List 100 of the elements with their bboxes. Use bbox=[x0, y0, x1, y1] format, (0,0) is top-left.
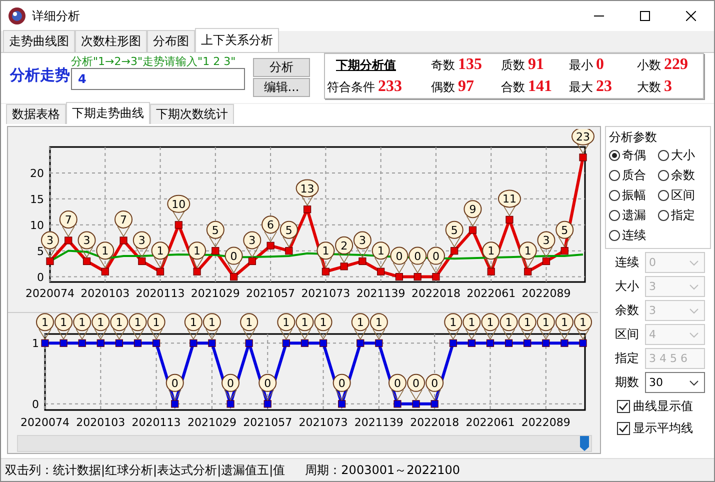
data-point bbox=[190, 339, 198, 347]
checkbox-icon[interactable] bbox=[617, 422, 630, 435]
maximize-icon[interactable] bbox=[640, 11, 650, 21]
data-label: 1 bbox=[152, 316, 160, 330]
tab[interactable]: 分布图 bbox=[147, 30, 195, 52]
data-point bbox=[120, 236, 128, 244]
tab[interactable]: 数据表格 bbox=[6, 104, 66, 124]
value-callout: 3 bbox=[243, 231, 262, 258]
value-callout: 1 bbox=[151, 242, 170, 268]
radio-option[interactable]: 质合 bbox=[609, 167, 658, 184]
data-point bbox=[432, 273, 440, 281]
data-label: 3 bbox=[46, 234, 54, 248]
chevron-down-icon[interactable] bbox=[689, 380, 699, 386]
data-label: 1 bbox=[377, 244, 384, 258]
tab[interactable]: 下期次数统计 bbox=[150, 104, 234, 124]
data-point bbox=[134, 339, 142, 347]
window-title: 详细分析 bbox=[32, 8, 80, 24]
radio-option[interactable]: 奇偶 bbox=[609, 147, 658, 164]
tab[interactable]: 次数柱形图 bbox=[75, 30, 147, 52]
tab[interactable]: 走势曲线图 bbox=[3, 30, 75, 52]
checkbox-option[interactable]: 曲线显示值 bbox=[605, 398, 711, 415]
value-callout: 0 bbox=[408, 246, 427, 274]
radio-icon[interactable] bbox=[609, 230, 620, 241]
radio-icon[interactable] bbox=[609, 190, 620, 201]
data-label: 1 bbox=[134, 316, 142, 330]
data-point bbox=[356, 339, 364, 347]
radio-icon[interactable] bbox=[609, 150, 620, 161]
value-callout: 2 bbox=[335, 236, 354, 264]
value-callout: 7 bbox=[59, 210, 78, 238]
radio-option[interactable]: 余数 bbox=[658, 167, 707, 184]
data-point bbox=[487, 268, 495, 276]
value-callout: 0 bbox=[222, 374, 240, 401]
value-callout: 13 bbox=[296, 179, 319, 206]
value-callout: 1 bbox=[110, 313, 128, 340]
x-tick-label: 2022018 bbox=[411, 287, 460, 300]
checkbox-icon[interactable] bbox=[617, 400, 630, 413]
data-label: 1 bbox=[102, 244, 109, 258]
data-label: 1 bbox=[580, 316, 586, 330]
tab[interactable]: 上下关系分析 bbox=[195, 28, 279, 52]
value-callout: 23 bbox=[572, 129, 594, 154]
value-callout: 1 bbox=[96, 242, 114, 268]
radio-option[interactable]: 遗漏 bbox=[609, 207, 658, 224]
value-callout: 1 bbox=[36, 313, 54, 340]
scroll-thumb[interactable] bbox=[580, 436, 589, 451]
field-label: 区间 bbox=[615, 326, 640, 343]
radio-icon[interactable] bbox=[658, 170, 669, 181]
data-label: 1 bbox=[116, 316, 123, 330]
data-point bbox=[524, 268, 532, 276]
value-callout: 0 bbox=[332, 374, 351, 401]
x-tick-label: 2021073 bbox=[301, 287, 350, 300]
radio-option[interactable]: 连续 bbox=[609, 227, 658, 244]
app-icon bbox=[8, 7, 26, 25]
radio-option[interactable]: 区间 bbox=[658, 187, 707, 204]
data-label: 2 bbox=[340, 239, 348, 252]
data-label: 0 bbox=[227, 376, 234, 390]
value-callout: 0 bbox=[426, 374, 444, 401]
stat-label: 小数 bbox=[637, 57, 661, 74]
radio-option[interactable]: 振幅 bbox=[609, 187, 658, 204]
stat-label: 最小 bbox=[569, 57, 593, 74]
radio-option[interactable]: 大小 bbox=[658, 147, 707, 164]
scroll-bar[interactable] bbox=[17, 435, 592, 452]
value-callout: 0 bbox=[388, 374, 406, 401]
radio-icon[interactable] bbox=[658, 210, 669, 221]
radio-option[interactable]: 指定 bbox=[658, 207, 707, 224]
stat-value: 91 bbox=[528, 56, 544, 74]
data-point bbox=[542, 339, 550, 347]
x-tick-label: 2021029 bbox=[187, 416, 236, 429]
y-tick-label: 1 bbox=[32, 337, 39, 350]
checkbox-option[interactable]: 显示平均线 bbox=[605, 420, 711, 437]
data-point bbox=[414, 273, 422, 281]
input-field[interactable]: 4 bbox=[71, 68, 245, 90]
value-callout: 3 bbox=[353, 231, 372, 258]
value-callout: 0 bbox=[258, 374, 277, 401]
data-label: 0 bbox=[338, 376, 346, 390]
value-callout: 1 bbox=[240, 313, 258, 340]
data-label: 1 bbox=[42, 316, 48, 330]
data-label: 0 bbox=[171, 376, 178, 390]
data-label: 3 bbox=[358, 234, 366, 248]
action-button[interactable]: 分析 bbox=[253, 58, 310, 77]
field-label: 大小 bbox=[615, 278, 640, 295]
close-icon[interactable] bbox=[686, 11, 696, 21]
action-button[interactable]: 编辑... bbox=[253, 78, 310, 97]
data-label: 1 bbox=[505, 316, 512, 330]
value-callout: 1 bbox=[316, 242, 335, 268]
x-tick-label: 2022061 bbox=[466, 416, 515, 429]
data-point bbox=[542, 257, 550, 266]
data-point bbox=[285, 247, 293, 255]
data-label: 0 bbox=[394, 376, 401, 390]
data-point bbox=[450, 247, 458, 255]
dropdown[interactable]: 30 bbox=[645, 372, 705, 393]
radio-icon[interactable] bbox=[658, 190, 669, 201]
radio-icon[interactable] bbox=[609, 170, 620, 181]
tab[interactable]: 下期走势曲线 bbox=[66, 102, 150, 124]
data-point bbox=[505, 339, 513, 347]
data-label: 1 bbox=[282, 316, 290, 330]
data-label: 11 bbox=[502, 192, 516, 206]
x-tick-label: 2022089 bbox=[521, 416, 570, 429]
x-tick-label: 2020074 bbox=[20, 416, 70, 429]
radio-icon[interactable] bbox=[658, 150, 669, 161]
radio-icon[interactable] bbox=[609, 210, 620, 221]
